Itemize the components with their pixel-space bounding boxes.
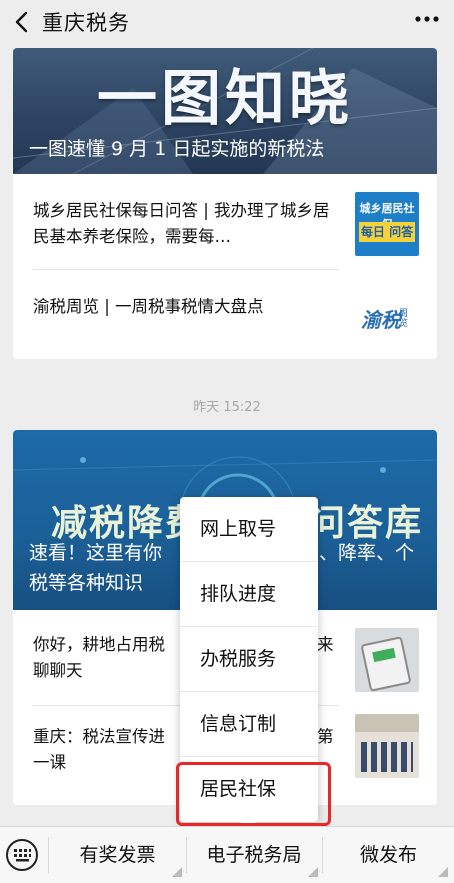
banner-caption: 税等各种知识 [29, 572, 144, 594]
classroom-graphic [355, 714, 419, 732]
article-thumbnail [355, 628, 419, 692]
tab-invoice[interactable]: 有奖发票 [50, 827, 185, 883]
article-title: 一课 [33, 753, 66, 772]
menu-item[interactable]: 排队进度 [180, 562, 318, 626]
article-thumbnail [355, 714, 419, 778]
menu-item[interactable]: 办税服务 [180, 627, 318, 691]
classroom-graphic [361, 742, 413, 772]
tab-e-tax-bureau[interactable]: 电子税务局 [187, 827, 321, 883]
thumbnail-text: 周览 [399, 309, 409, 329]
headline-banner[interactable]: 一图知晓 一图速懂 9 月 1 日起实施的新税法 [13, 48, 437, 174]
article-title: 聊聊天 [33, 661, 83, 680]
banner-caption: 一图速懂 9 月 1 日起实施的新税法 [29, 138, 325, 160]
article-thumbnail: 渝税 周览 [355, 284, 419, 348]
banner-headline: 一图知晓 [97, 64, 353, 134]
article-thumbnail: 城乡居民社保 每日 问答 [355, 192, 419, 256]
article-title: 重庆：税法宣传进 [33, 727, 165, 746]
submenu-indicator-icon [438, 867, 448, 877]
bottom-menu-bar: 有奖发票 电子税务局 微发布 [0, 826, 454, 883]
article-title: 第 [317, 727, 334, 746]
list-item[interactable]: 城乡居民社保每日问答 | 我办理了城乡居民基本养老保险，需要每… 城乡居民社保 … [13, 174, 437, 269]
thumbnail-text: 每日 问答 [359, 222, 415, 242]
tab-weifabu[interactable]: 微发布 [323, 827, 454, 883]
article-title: 城乡居民社保每日问答 | 我办理了城乡居民基本养老保险，需要每… [33, 201, 330, 246]
banner-caption: 、降率、个 [319, 542, 415, 564]
menu-item[interactable]: 信息订制 [180, 692, 318, 756]
keyboard-icon[interactable] [4, 837, 40, 873]
article-title: 来 [317, 635, 334, 654]
submenu-indicator-icon [172, 867, 182, 877]
message-card-1: 一图知晓 一图速懂 9 月 1 日起实施的新税法 城乡居民社保每日问答 | 我办… [13, 48, 437, 359]
message-timestamp: 昨天 15:22 [193, 400, 261, 415]
page-title: 重庆税务 [42, 11, 130, 35]
banner-caption: 速看！这里有你 [29, 542, 163, 564]
title-bar: 重庆税务 [0, 0, 454, 44]
highlight-box [176, 762, 331, 826]
list-item[interactable]: 渝税周览 | 一周税事税情大盘点 渝税 周览 [13, 270, 437, 359]
submenu-indicator-icon [308, 867, 318, 877]
chevron-left-icon[interactable] [12, 10, 34, 34]
phone-graphic [360, 636, 412, 692]
divider [48, 837, 49, 873]
article-title: 你好，耕地占用税 [33, 635, 165, 654]
more-dots-icon[interactable] [414, 14, 440, 24]
article-title: 渝税周览 | 一周税事税情大盘点 [33, 297, 264, 316]
menu-item[interactable]: 网上取号 [180, 497, 318, 561]
thumbnail-text: 渝税 [361, 308, 401, 332]
